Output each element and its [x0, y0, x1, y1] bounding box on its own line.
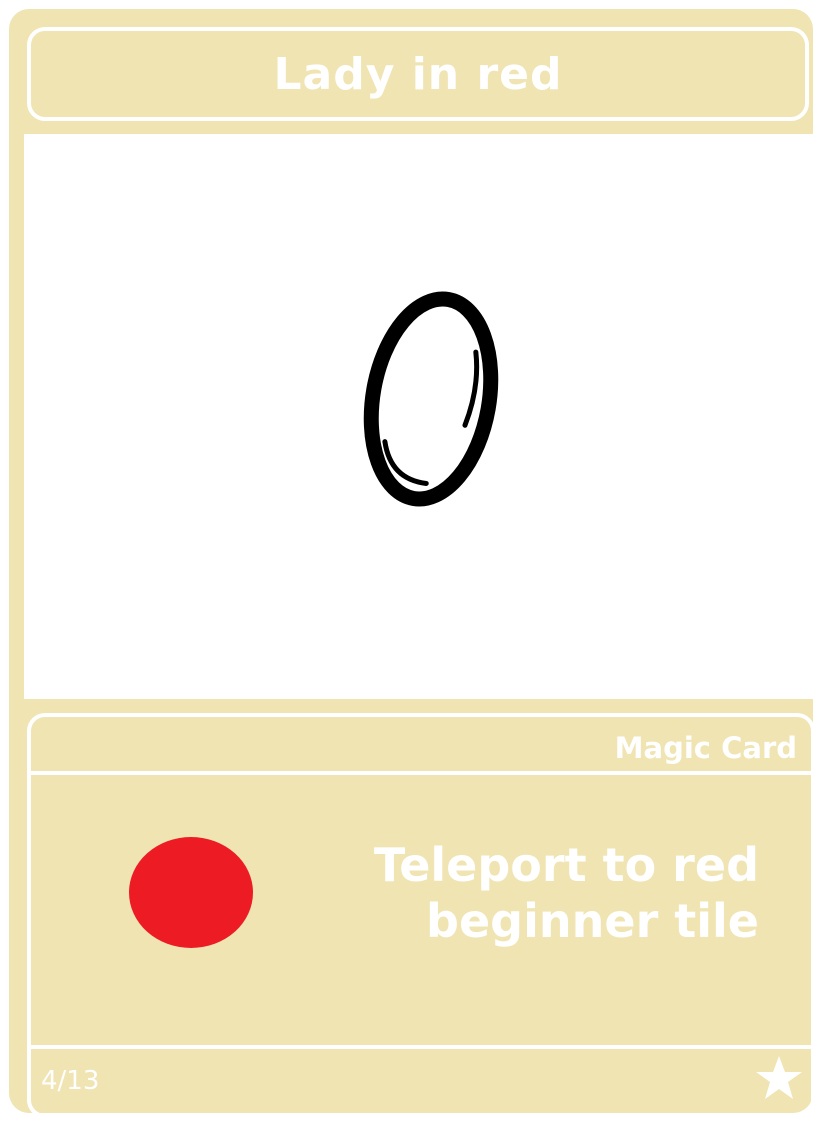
- star-icon: [756, 1056, 802, 1099]
- effect-text-line-1: Teleport to red: [373, 838, 759, 892]
- card-title-box: Lady in red: [27, 27, 809, 121]
- red-dot-icon: [129, 837, 253, 948]
- card-counter: 4/13: [41, 1066, 100, 1096]
- effect-text-line-2: beginner tile: [426, 894, 759, 948]
- card-type-label: Magic Card: [614, 731, 797, 765]
- game-card[interactable]: Lady in red Magic Card Teleport to red b…: [9, 9, 816, 1118]
- card-info-box: Magic Card Teleport to red beginner tile…: [27, 713, 815, 1118]
- card-title: Lady in red: [273, 48, 563, 100]
- ring-icon: [363, 291, 499, 507]
- info-divider-bottom: [31, 1045, 811, 1049]
- card-effect-text: Teleport to red beginner tile: [279, 837, 759, 949]
- info-divider-top: [31, 771, 811, 775]
- card-art: [24, 134, 816, 699]
